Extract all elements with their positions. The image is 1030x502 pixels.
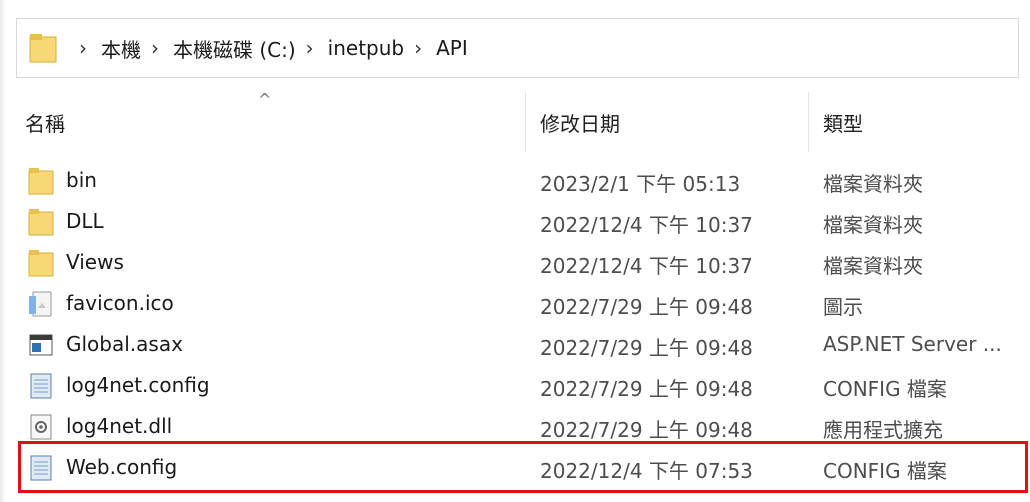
file-name: Web.config [66, 455, 178, 479]
list-item[interactable]: favicon.ico 2022/7/29 上午 09:48 圖示 [0, 283, 1030, 324]
file-name: Views [66, 250, 124, 274]
file-explorer-window: › 本機 › 本機磁碟 (C:) › inetpub › API ^ 名稱 修改… [0, 0, 1030, 502]
list-item[interactable]: DLL 2022/12/4 下午 10:37 檔案資料夾 [0, 201, 1030, 242]
file-list: bin 2023/2/1 下午 05:13 檔案資料夾 DLL 2022/12/… [0, 160, 1030, 488]
chevron-right-icon[interactable]: › [414, 36, 422, 60]
list-item[interactable]: log4net.config 2022/7/29 上午 09:48 CONFIG… [0, 365, 1030, 406]
folder-icon [28, 208, 54, 236]
address-bar[interactable]: › 本機 › 本機磁碟 (C:) › inetpub › API [16, 18, 1019, 78]
config-file-icon [28, 454, 54, 482]
file-type: ASP.NET Server ... [823, 332, 1002, 356]
list-item[interactable]: log4net.dll 2022/7/29 上午 09:48 應用程式擴充 [0, 406, 1030, 447]
chevron-right-icon[interactable]: › [151, 36, 159, 60]
list-item[interactable]: Global.asax 2022/7/29 上午 09:48 ASP.NET S… [0, 324, 1030, 365]
list-item[interactable]: Views 2022/12/4 下午 10:37 檔案資料夾 [0, 242, 1030, 283]
file-name: bin [66, 168, 97, 192]
sort-ascending-icon: ^ [258, 90, 272, 109]
file-modified: 2022/12/4 下午 10:37 [540, 213, 753, 237]
file-type: 檔案資料夾 [823, 172, 923, 196]
folder-icon [28, 167, 54, 195]
file-type: CONFIG 檔案 [823, 377, 947, 401]
file-type: 應用程式擴充 [823, 418, 943, 442]
file-modified: 2023/2/1 下午 05:13 [540, 172, 741, 196]
file-modified: 2022/12/4 下午 07:53 [540, 459, 753, 483]
file-modified: 2022/12/4 下午 10:37 [540, 254, 753, 278]
file-type: 圖示 [823, 295, 863, 319]
file-name: log4net.config [66, 373, 210, 397]
file-name: log4net.dll [66, 414, 173, 438]
list-item[interactable]: Web.config 2022/12/4 下午 07:53 CONFIG 檔案 [0, 447, 1030, 488]
file-modified: 2022/7/29 上午 09:48 [540, 336, 753, 360]
list-item[interactable]: bin 2023/2/1 下午 05:13 檔案資料夾 [0, 160, 1030, 201]
chevron-right-icon: › [79, 36, 87, 60]
file-modified: 2022/7/29 上午 09:48 [540, 377, 753, 401]
folder-icon [29, 32, 59, 64]
file-type: 檔案資料夾 [823, 254, 923, 278]
column-header-modified[interactable]: 修改日期 [540, 108, 620, 137]
breadcrumb-inetpub[interactable]: inetpub [328, 36, 404, 60]
config-file-icon [28, 372, 54, 400]
file-modified: 2022/7/29 上午 09:48 [540, 295, 753, 319]
column-header-type[interactable]: 類型 [823, 108, 863, 137]
chevron-right-icon[interactable]: › [306, 36, 314, 60]
file-type: 檔案資料夾 [823, 213, 923, 237]
file-modified: 2022/7/29 上午 09:48 [540, 418, 753, 442]
column-divider[interactable] [808, 92, 809, 152]
column-divider[interactable] [525, 92, 526, 152]
breadcrumb-this-pc[interactable]: 本機 [101, 34, 141, 63]
breadcrumb-api[interactable]: API [436, 36, 468, 60]
file-type: CONFIG 檔案 [823, 459, 947, 483]
file-name: favicon.ico [66, 291, 174, 315]
dll-file-icon [28, 413, 54, 441]
breadcrumb-local-disk[interactable]: 本機磁碟 (C:) [173, 34, 296, 63]
column-header-row: ^ 名稱 修改日期 類型 [0, 90, 1030, 152]
column-header-name[interactable]: 名稱 [25, 108, 65, 137]
aspnet-file-icon [28, 331, 54, 359]
file-name: DLL [66, 209, 104, 233]
folder-icon [28, 249, 54, 277]
image-file-icon [28, 290, 54, 318]
file-name: Global.asax [66, 332, 183, 356]
